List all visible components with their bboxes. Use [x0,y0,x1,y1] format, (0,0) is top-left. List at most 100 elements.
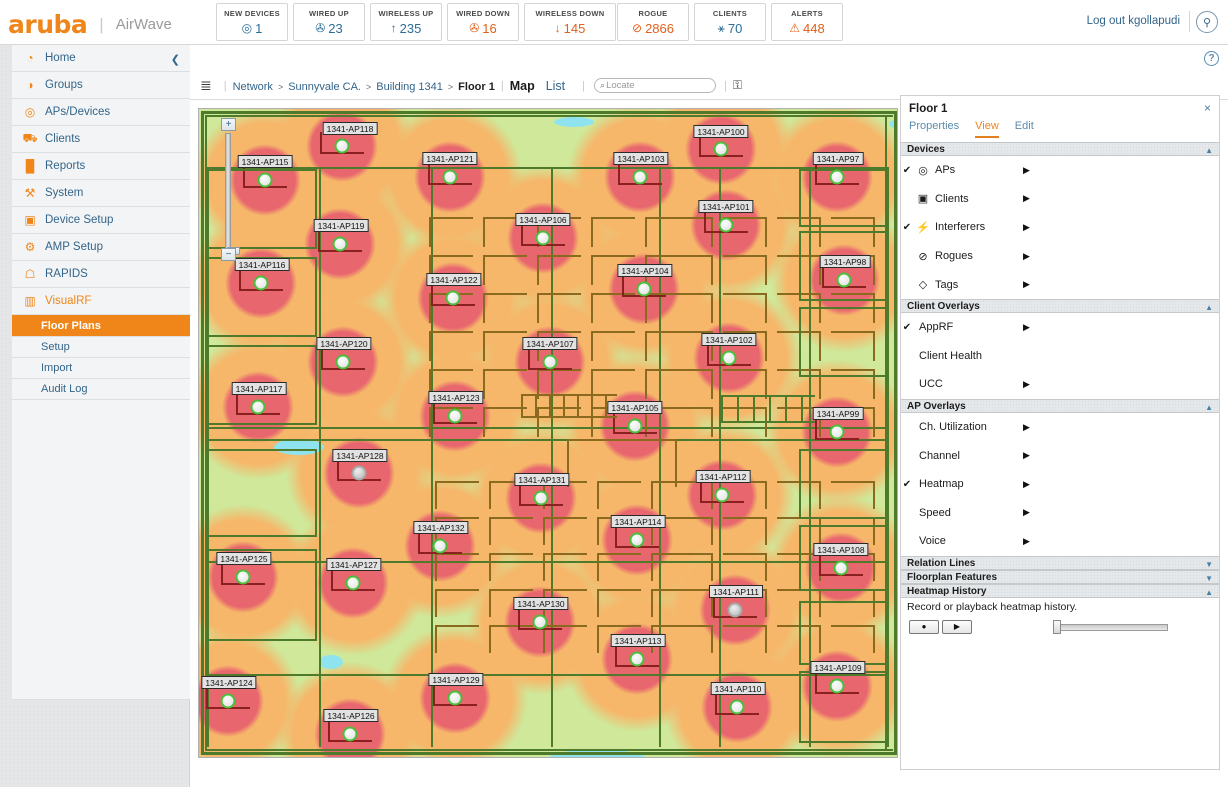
ap-label[interactable]: 1341-AP101 [698,200,754,213]
status-badge-wired-down[interactable]: WIRED DOWN ✇ 16 [447,3,519,41]
heatmap-history-slider-handle[interactable] [1053,619,1061,634]
breadcrumb-item-building-1341[interactable]: Building 1341 [376,81,443,93]
ap-label[interactable]: 1341-AP119 [313,219,369,232]
ap-label[interactable]: 1341-AP102 [701,333,757,346]
expand-arrow-icon[interactable]: ▶ [1023,322,1030,333]
option-clients[interactable]: ▣ Clients ▶ [901,185,1219,214]
ap-label[interactable]: 1341-AP115 [237,155,293,168]
ap-marker[interactable] [629,651,645,667]
option-ch-utilization[interactable]: Ch. Utilization ▶ [901,413,1219,442]
option-client-health[interactable]: Client Health [901,342,1219,371]
panel-tab-properties[interactable]: Properties [909,120,959,136]
ap-marker[interactable] [829,169,845,185]
panel-tab-edit[interactable]: Edit [1015,120,1034,136]
ap-marker[interactable] [532,614,548,630]
sidebar-subitem-floor-plans[interactable]: Floor Plans [12,315,199,337]
status-badge-clients[interactable]: CLIENTS ⚹ 70 [694,3,766,41]
help-icon[interactable]: ? [1204,51,1219,66]
ap-marker[interactable] [533,490,549,506]
layers-icon[interactable]: ≣ [200,77,212,94]
ap-marker[interactable] [335,354,351,370]
ap-marker[interactable] [447,408,463,424]
ap-label[interactable]: 1341-AP113 [610,634,666,647]
ap-marker[interactable] [714,487,730,503]
play-button[interactable]: ▶ [942,619,972,634]
ap-label[interactable]: 1341-AP132 [413,521,469,534]
ap-marker[interactable] [442,169,458,185]
ap-label[interactable]: 1341-AP112 [695,470,751,483]
ap-label[interactable]: 1341-AP122 [426,273,482,286]
status-badge-wireless-up[interactable]: WIRELESS UP ↑ 235 [370,3,442,41]
sidebar-item-system[interactable]: ⚒ System [12,180,190,207]
status-badge-new-devices[interactable]: NEW DEVICES ◎ 1 [216,3,288,41]
expand-arrow-icon[interactable]: ▶ [1023,193,1030,204]
ap-marker[interactable] [632,169,648,185]
ap-label[interactable]: 1341-AP111 [709,585,763,598]
lock-icon[interactable]: ⚿ [733,78,742,93]
sidebar-subitem-import[interactable]: Import [12,358,190,379]
panel-section-devices[interactable]: Devices ▲ [901,142,1219,156]
map-zoom-control[interactable]: + − [221,118,240,261]
option-aps[interactable]: ✔ ◎ APs ▶ [901,156,1219,185]
search-icon[interactable]: ⚲ [1196,11,1218,33]
option-interferers[interactable]: ✔ ⚡ Interferers ▶ [901,213,1219,242]
floorplan-map[interactable]: 1341-AP118 1341-AP115 1341-AP100 1341-AP121… [198,108,898,758]
ap-marker[interactable] [833,560,849,576]
ap-marker[interactable] [721,350,737,366]
ap-marker[interactable] [342,726,358,742]
ap-label[interactable]: 1341-AP99 [812,407,864,420]
close-icon[interactable]: × [1204,101,1211,115]
ap-label[interactable]: 1341-AP120 [316,337,372,350]
panel-section-relation-lines[interactable]: Relation Lines ▼ [901,555,1219,570]
ap-label[interactable]: 1341-AP110 [710,682,766,695]
sidebar-subitem-setup[interactable]: Setup [12,337,190,358]
tab-map[interactable]: Map [510,79,535,93]
expand-arrow-icon[interactable]: ▶ [1023,165,1030,176]
ap-marker[interactable] [220,693,236,709]
expand-arrow-icon[interactable]: ▶ [1023,379,1030,390]
option-ucc[interactable]: UCC ▶ [901,370,1219,399]
ap-label[interactable]: 1341-AP130 [513,597,569,610]
ap-label[interactable]: 1341-AP124 [201,676,257,689]
sidebar-item-home[interactable]: ◔ Home ❮ [12,45,190,72]
tab-list[interactable]: List [546,79,565,93]
logout-link[interactable]: Log out kgollapudi [1087,15,1180,27]
ap-marker[interactable] [334,138,350,154]
sidebar-item-amp-setup[interactable]: ⚙ AMP Setup [12,234,190,261]
ap-label[interactable]: 1341-AP131 [514,473,570,486]
ap-marker[interactable] [432,538,448,554]
breadcrumb-item-sunnyvale-ca-[interactable]: Sunnyvale CA. [288,81,361,93]
panel-tab-view[interactable]: View [975,120,999,138]
option-channel[interactable]: Channel ▶ [901,441,1219,470]
heatmap-history-slider[interactable] [1056,623,1168,631]
status-badge-wireless-down[interactable]: WIRELESS DOWN ↓ 145 [524,3,616,41]
ap-label[interactable]: 1341-AP106 [515,213,571,226]
ap-marker[interactable] [729,699,745,715]
option-heatmap[interactable]: ✔ Heatmap ▶ [901,470,1219,499]
ap-marker[interactable] [445,290,461,306]
ap-marker[interactable] [235,569,251,585]
zoom-in-button[interactable]: + [221,118,236,131]
ap-marker[interactable] [257,172,273,188]
sidebar-item-device-setup[interactable]: ▣ Device Setup [12,207,190,234]
ap-label[interactable]: 1341-AP98 [819,255,871,268]
expand-arrow-icon[interactable]: ▶ [1023,450,1030,461]
ap-marker[interactable] [351,465,367,481]
locate-input[interactable]: ⌕ Locate [594,78,717,93]
ap-label[interactable]: 1341-AP126 [323,709,379,722]
record-button[interactable]: ● [909,619,939,634]
ap-marker[interactable] [829,678,845,694]
ap-label[interactable]: 1341-AP100 [693,125,749,138]
option-speed[interactable]: Speed ▶ [901,499,1219,528]
panel-section-floorplan-features[interactable]: Floorplan Features ▼ [901,569,1219,584]
sidebar-item-aps-devices[interactable]: ◎ APs/Devices [12,99,190,126]
option-tags[interactable]: ◇ Tags ▶ [901,270,1219,299]
zoom-slider-track[interactable] [225,133,240,255]
sidebar-item-reports[interactable]: █ Reports [12,153,190,180]
status-badge-wired-up[interactable]: WIRED UP ✇ 23 [293,3,365,41]
zoom-out-button[interactable]: − [221,248,236,261]
ap-label[interactable]: 1341-AP97 [812,152,864,165]
breadcrumb-item-network[interactable]: Network [233,81,273,93]
option-apprf[interactable]: ✔ AppRF ▶ [901,313,1219,342]
ap-label[interactable]: 1341-AP121 [422,152,478,165]
